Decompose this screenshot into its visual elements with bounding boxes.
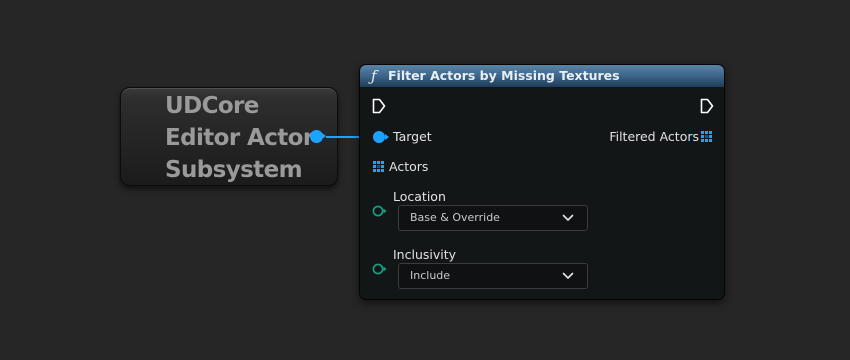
subsystem-title-line-3: Subsystem: [165, 157, 303, 183]
filtered-actors-pin-label: Filtered Actors: [609, 129, 699, 144]
filter-actors-function-node[interactable]: ƒ Filter Actors by Missing Textures Targ…: [359, 64, 725, 300]
exec-input-pin-icon[interactable]: [372, 98, 386, 114]
inclusivity-enum-pin-icon[interactable]: [372, 263, 388, 275]
chevron-down-icon: [562, 272, 574, 279]
blueprint-graph-canvas[interactable]: UDCore Editor Actor Subsystem ƒ Filter A…: [0, 0, 850, 360]
subsystem-title-line-1: UDCore: [165, 93, 259, 119]
node-header[interactable]: ƒ Filter Actors by Missing Textures: [360, 65, 724, 88]
target-input-pin[interactable]: [373, 131, 385, 143]
inclusivity-dropdown[interactable]: Include: [398, 263, 588, 289]
node-title: Filter Actors by Missing Textures: [388, 68, 620, 83]
location-dropdown[interactable]: Base & Override: [398, 205, 588, 231]
location-enum-pin-icon[interactable]: [372, 205, 388, 217]
actors-pin-label: Actors: [389, 159, 429, 174]
exec-output-pin-icon[interactable]: [700, 98, 714, 114]
inclusivity-pin-label: Inclusivity: [393, 247, 457, 262]
location-pin-label: Location: [393, 189, 446, 204]
target-pin-label: Target: [393, 129, 432, 144]
chevron-down-icon: [562, 214, 574, 221]
filtered-actors-array-pin-icon[interactable]: [701, 131, 712, 142]
inclusivity-dropdown-value: Include: [410, 269, 451, 282]
subsystem-reference-node[interactable]: UDCore Editor Actor Subsystem: [120, 87, 338, 186]
target-pin-arrow: [385, 134, 389, 140]
location-dropdown-value: Base & Override: [410, 211, 500, 224]
actors-array-pin-icon[interactable]: [373, 161, 384, 172]
function-icon: ƒ: [371, 67, 377, 85]
